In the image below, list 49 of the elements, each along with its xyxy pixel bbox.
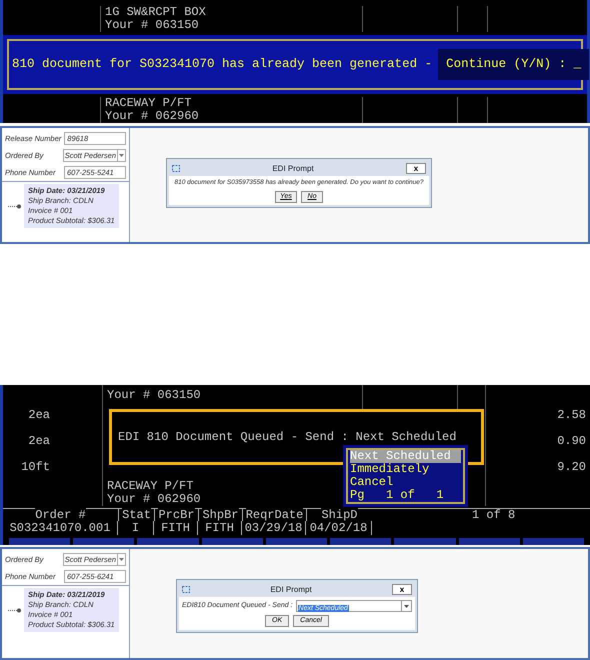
line-item-text: Your # 063150 xyxy=(107,389,201,402)
function-key-bar[interactable] xyxy=(330,538,392,545)
quantity-text: 2ea xyxy=(28,407,50,424)
function-key-bar[interactable] xyxy=(522,538,584,545)
close-button[interactable]: x xyxy=(406,163,426,174)
menu-option[interactable]: Immediately xyxy=(350,463,461,476)
prompt-text: EDI 810 Document Queued - Send : Next Scheduled xyxy=(118,429,456,446)
function-key-bar[interactable] xyxy=(266,538,328,545)
app-icon xyxy=(172,165,180,172)
function-key-bar[interactable] xyxy=(9,538,70,545)
menu-page-footer: Pg 1 of 1 xyxy=(350,489,461,502)
order-value: 04/02/18 xyxy=(310,521,368,535)
function-key-bar[interactable] xyxy=(202,538,263,545)
dropdown-caret-icon xyxy=(401,601,411,611)
price-text: 2.58 xyxy=(557,407,586,424)
tree-node-icon xyxy=(8,204,22,209)
order-value: FITH xyxy=(205,521,234,535)
function-key-bar[interactable] xyxy=(137,538,199,545)
order-value: S032341070.001 xyxy=(10,521,110,535)
line-item-text: RACEWAY P/FT xyxy=(105,96,192,110)
line-item-text: RACEWAY P/FT xyxy=(107,480,194,493)
price-text: 0.90 xyxy=(557,433,586,450)
price-text: 9.20 xyxy=(557,459,586,476)
column-header: ShpBr xyxy=(202,508,238,522)
dropdown-caret-icon xyxy=(117,150,125,161)
order-value: 03/29/18 xyxy=(244,521,302,535)
menu-option[interactable]: Cancel xyxy=(350,476,461,489)
line-item-text: Your # 062960 xyxy=(107,493,201,506)
line-item-text: Your # 063150 xyxy=(105,18,199,32)
column-header: ReqrDate xyxy=(246,508,304,522)
dropdown-caret-icon xyxy=(117,554,125,565)
prompt-field[interactable]: Continue (Y/N) : _ xyxy=(438,49,590,80)
tree-node-icon xyxy=(8,608,22,613)
function-key-bar[interactable] xyxy=(458,538,520,545)
line-item-text: Your # 062960 xyxy=(105,109,199,123)
function-key-bar[interactable] xyxy=(73,538,134,545)
order-value: FITH xyxy=(161,521,190,535)
column-header: ShipD xyxy=(321,508,358,522)
banner-message: 810 document for S032341070 has already been generated - xyxy=(12,56,432,74)
quantity-text: 2ea xyxy=(28,433,50,450)
quantity-text: 10ft xyxy=(21,459,50,476)
app-icon xyxy=(182,586,190,593)
dialog-title: EDI Prompt xyxy=(271,162,315,174)
dialog-title: EDI Prompt xyxy=(269,584,313,596)
close-button[interactable]: x xyxy=(392,584,412,595)
line-item-text: 1G SW&RCPT BOX xyxy=(105,5,206,19)
function-key-bar[interactable] xyxy=(394,538,456,545)
order-value: I xyxy=(132,521,140,535)
page-count: 1 of 8 xyxy=(472,508,516,522)
